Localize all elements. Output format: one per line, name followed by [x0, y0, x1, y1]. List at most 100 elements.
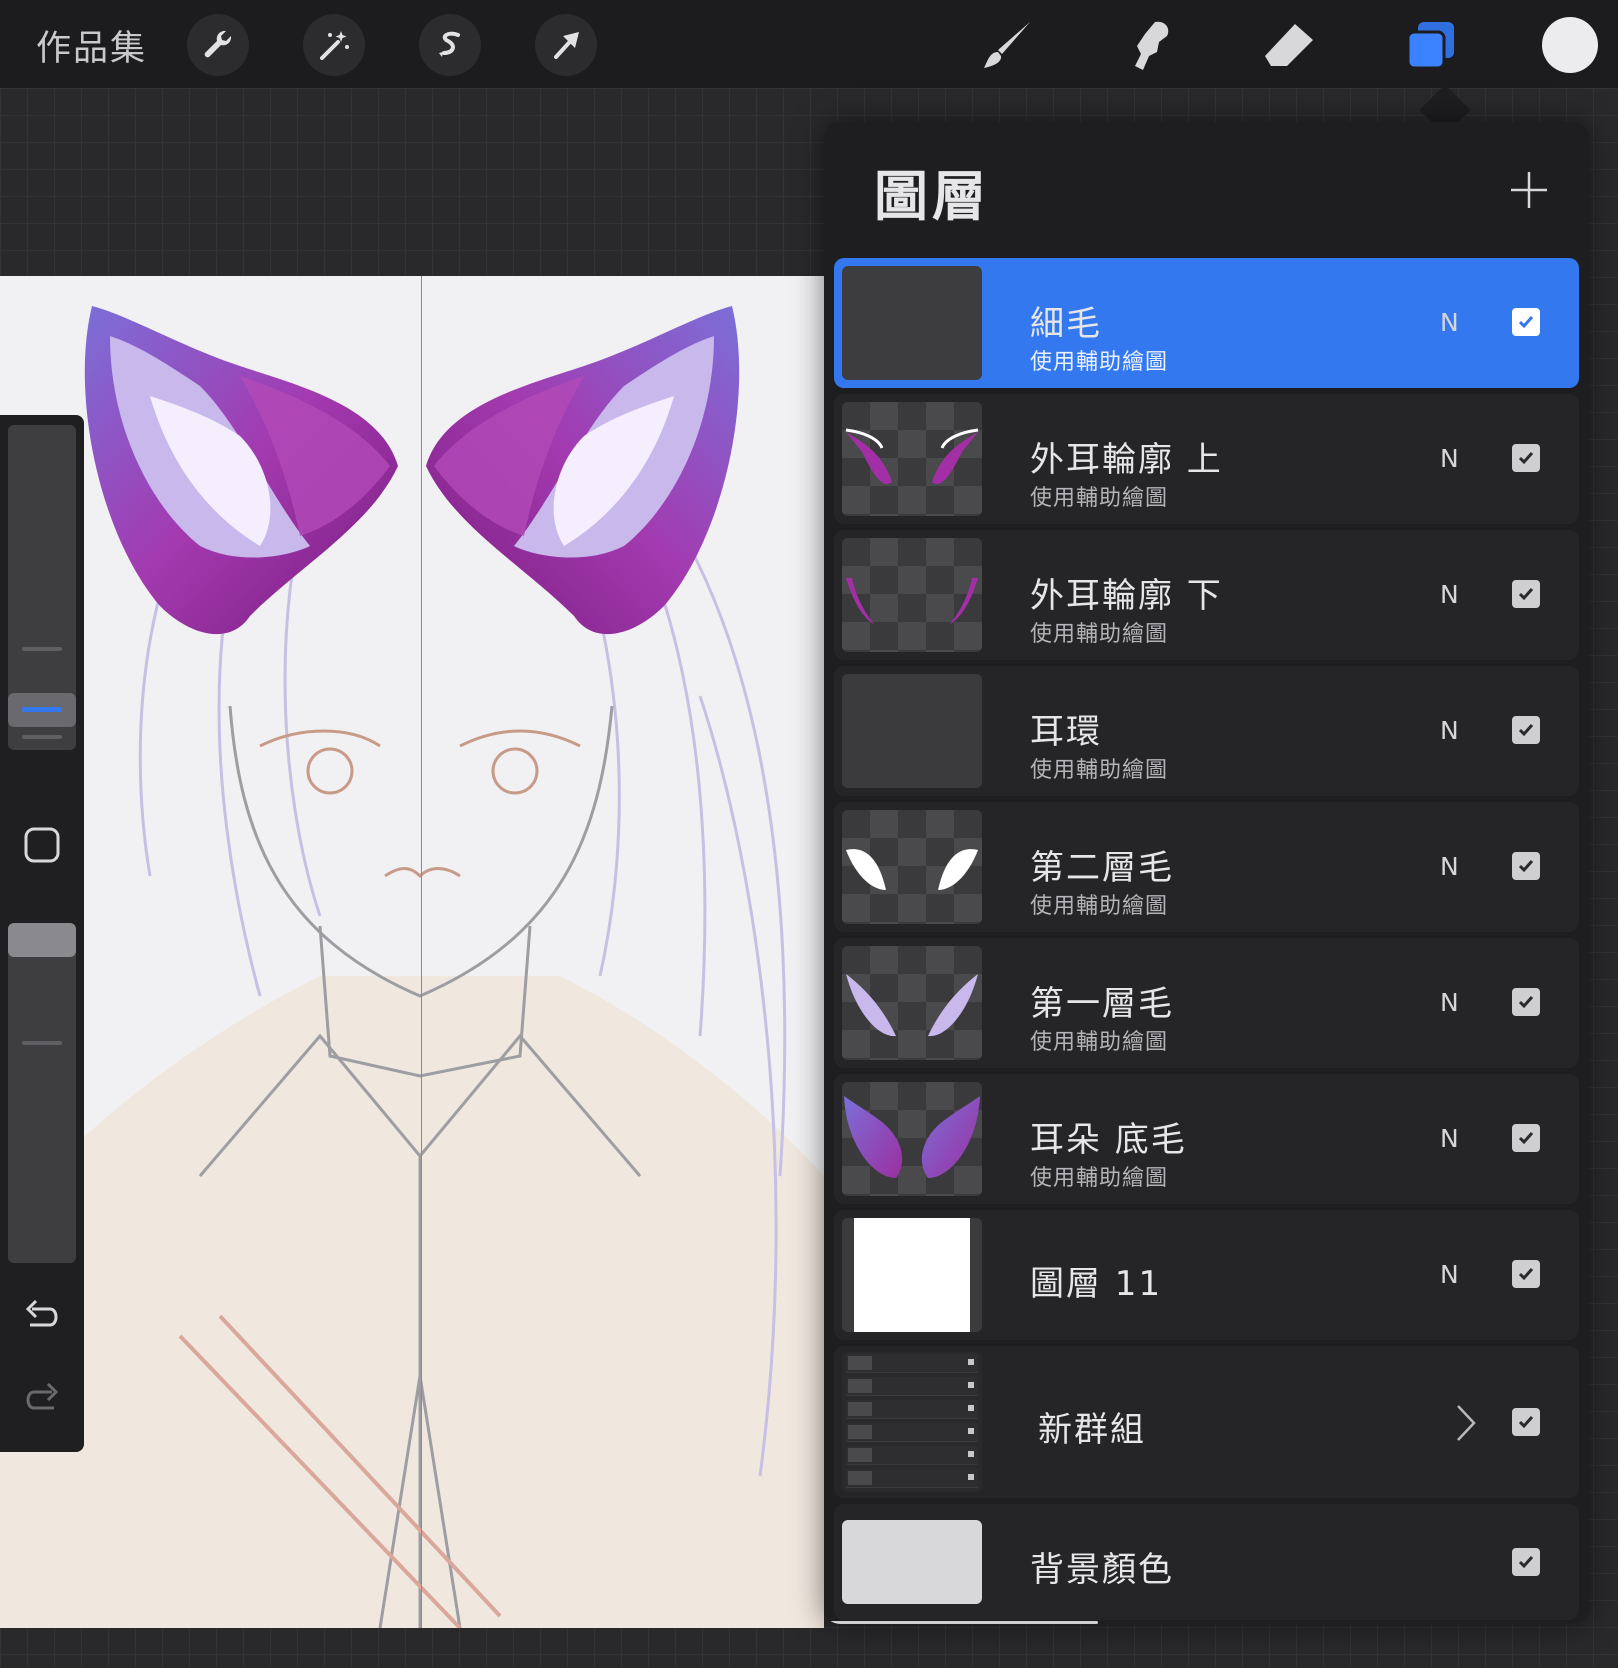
layer-row[interactable]: 外耳輪廓 上 使用輔助繪圖 N — [834, 394, 1579, 524]
visibility-checkbox[interactable] — [1512, 716, 1540, 744]
layers-icon — [1406, 22, 1454, 70]
layer-subtitle: 使用輔助繪圖 — [1030, 350, 1169, 375]
visibility-checkbox[interactable] — [1512, 580, 1540, 608]
square-icon — [24, 827, 60, 863]
undo-button[interactable] — [0, 1287, 84, 1343]
brush-size-handle[interactable] — [8, 693, 76, 727]
selection-button[interactable] — [419, 14, 481, 76]
visibility-checkbox[interactable] — [1512, 308, 1540, 336]
layer-thumbnail — [842, 810, 982, 924]
redo-button[interactable] — [0, 1370, 84, 1426]
layer-name: 新群組 — [1038, 1410, 1146, 1450]
adjustments-button[interactable] — [303, 14, 365, 76]
checkmark-icon — [1518, 1268, 1534, 1281]
layer-subtitle: 使用輔助繪圖 — [1030, 894, 1169, 919]
expand-group-button[interactable] — [1444, 1400, 1484, 1446]
visibility-checkbox[interactable] — [1512, 852, 1540, 880]
blend-mode-button[interactable]: N — [1440, 852, 1459, 881]
blend-mode-button[interactable]: N — [1440, 988, 1459, 1017]
transform-button[interactable] — [535, 14, 597, 76]
add-layer-button[interactable] — [1499, 160, 1559, 220]
layer-thumbnail — [842, 538, 982, 652]
layer-subtitle: 使用輔助繪圖 — [1030, 622, 1169, 647]
selection-icon — [439, 31, 460, 57]
layer-name: 第一層毛 — [1030, 984, 1174, 1024]
brush-size-slider[interactable] — [8, 425, 76, 750]
blend-mode-button[interactable]: N — [1440, 444, 1459, 473]
layer-subtitle: 使用輔助繪圖 — [1030, 1166, 1169, 1191]
layer-thumbnail — [842, 402, 982, 516]
gallery-button[interactable]: 作品集 — [36, 20, 147, 71]
layer-name: 耳朵 底毛 — [1030, 1120, 1187, 1160]
checkmark-icon — [1518, 588, 1534, 601]
blend-mode-button[interactable]: N — [1440, 716, 1459, 745]
artwork — [0, 306, 824, 1628]
layer-row[interactable]: 第二層毛 使用輔助繪圖 N — [834, 802, 1579, 932]
checkmark-icon — [1518, 1556, 1534, 1569]
undo-icon — [25, 1299, 58, 1327]
group-thumbnail — [842, 1352, 982, 1492]
left-sidebar — [0, 415, 84, 1452]
layer-thumbnail — [842, 674, 982, 788]
visibility-checkbox[interactable] — [1512, 1124, 1540, 1152]
slider-tick — [22, 647, 62, 651]
chevron-right-icon — [1457, 1405, 1476, 1441]
layer-name: 耳環 — [1030, 712, 1102, 752]
visibility-checkbox[interactable] — [1512, 988, 1540, 1016]
layer-thumbnail — [842, 1218, 982, 1332]
layer-subtitle: 使用輔助繪圖 — [1030, 758, 1169, 783]
blend-mode-button[interactable]: N — [1440, 308, 1459, 337]
top-toolbar: 作品集 — [0, 0, 1618, 88]
actions-button[interactable] — [187, 14, 249, 76]
brush-tool-button[interactable] — [976, 14, 1040, 78]
visibility-checkbox[interactable] — [1512, 1408, 1540, 1436]
layer-name: 背景顏色 — [1030, 1550, 1174, 1590]
layer-row[interactable]: 耳環 使用輔助繪圖 N — [834, 666, 1579, 796]
background-color-row[interactable]: 背景顏色 — [834, 1504, 1579, 1620]
opacity-slider[interactable] — [8, 923, 76, 1263]
layer-thumbnail — [842, 266, 982, 380]
smudge-icon — [1135, 21, 1169, 71]
brush-icon — [984, 22, 1030, 68]
opacity-handle[interactable] — [8, 923, 76, 957]
blend-mode-button[interactable]: N — [1440, 1260, 1459, 1289]
checkmark-icon — [1518, 724, 1534, 737]
layer-row[interactable]: 耳朵 底毛 使用輔助繪圖 N — [834, 1074, 1579, 1204]
checkmark-icon — [1518, 860, 1534, 873]
blend-mode-button[interactable]: N — [1440, 1124, 1459, 1153]
layer-row[interactable]: 細毛 使用輔助繪圖 N — [834, 258, 1579, 388]
modify-button[interactable] — [0, 817, 84, 873]
scroll-indicator — [824, 1621, 1098, 1624]
layer-row[interactable]: 第一層毛 使用輔助繪圖 N — [834, 938, 1579, 1068]
wrench-icon — [204, 30, 232, 58]
checkmark-icon — [1518, 316, 1534, 329]
layer-name: 第二層毛 — [1030, 848, 1174, 888]
layer-thumbnail — [842, 1082, 982, 1196]
visibility-checkbox[interactable] — [1512, 1548, 1540, 1576]
plus-icon — [1511, 172, 1547, 208]
magic-wand-icon — [320, 31, 349, 60]
color-picker-button[interactable] — [1542, 17, 1598, 73]
slider-tick — [22, 1041, 62, 1045]
eraser-tool-button[interactable] — [1257, 14, 1321, 78]
eraser-icon — [1265, 24, 1313, 66]
layer-thumbnail — [842, 946, 982, 1060]
drawing-canvas[interactable] — [0, 276, 824, 1628]
smudge-tool-button[interactable] — [1117, 14, 1181, 78]
layer-row[interactable]: 圖層 11 N — [834, 1210, 1579, 1340]
transform-arrow-icon — [554, 32, 579, 59]
visibility-checkbox[interactable] — [1512, 444, 1540, 472]
checkmark-icon — [1518, 452, 1534, 465]
blend-mode-button[interactable]: N — [1440, 580, 1459, 609]
visibility-checkbox[interactable] — [1512, 1260, 1540, 1288]
layers-button[interactable] — [1398, 14, 1462, 78]
layer-row[interactable]: 外耳輪廓 下 使用輔助繪圖 N — [834, 530, 1579, 660]
layer-group-row[interactable]: 新群組 — [834, 1346, 1579, 1498]
layer-subtitle: 使用輔助繪圖 — [1030, 486, 1169, 511]
layer-name: 外耳輪廓 上 — [1030, 440, 1223, 480]
checkmark-icon — [1518, 1132, 1534, 1145]
layers-panel: 圖層 細毛 使用輔助繪圖 N 外耳輪廓 上 使用輔助繪圖 N 外耳輪廓 下 使用… — [824, 122, 1589, 1624]
checkmark-icon — [1518, 996, 1534, 1009]
checkmark-icon — [1518, 1416, 1534, 1429]
redo-icon — [26, 1382, 59, 1410]
